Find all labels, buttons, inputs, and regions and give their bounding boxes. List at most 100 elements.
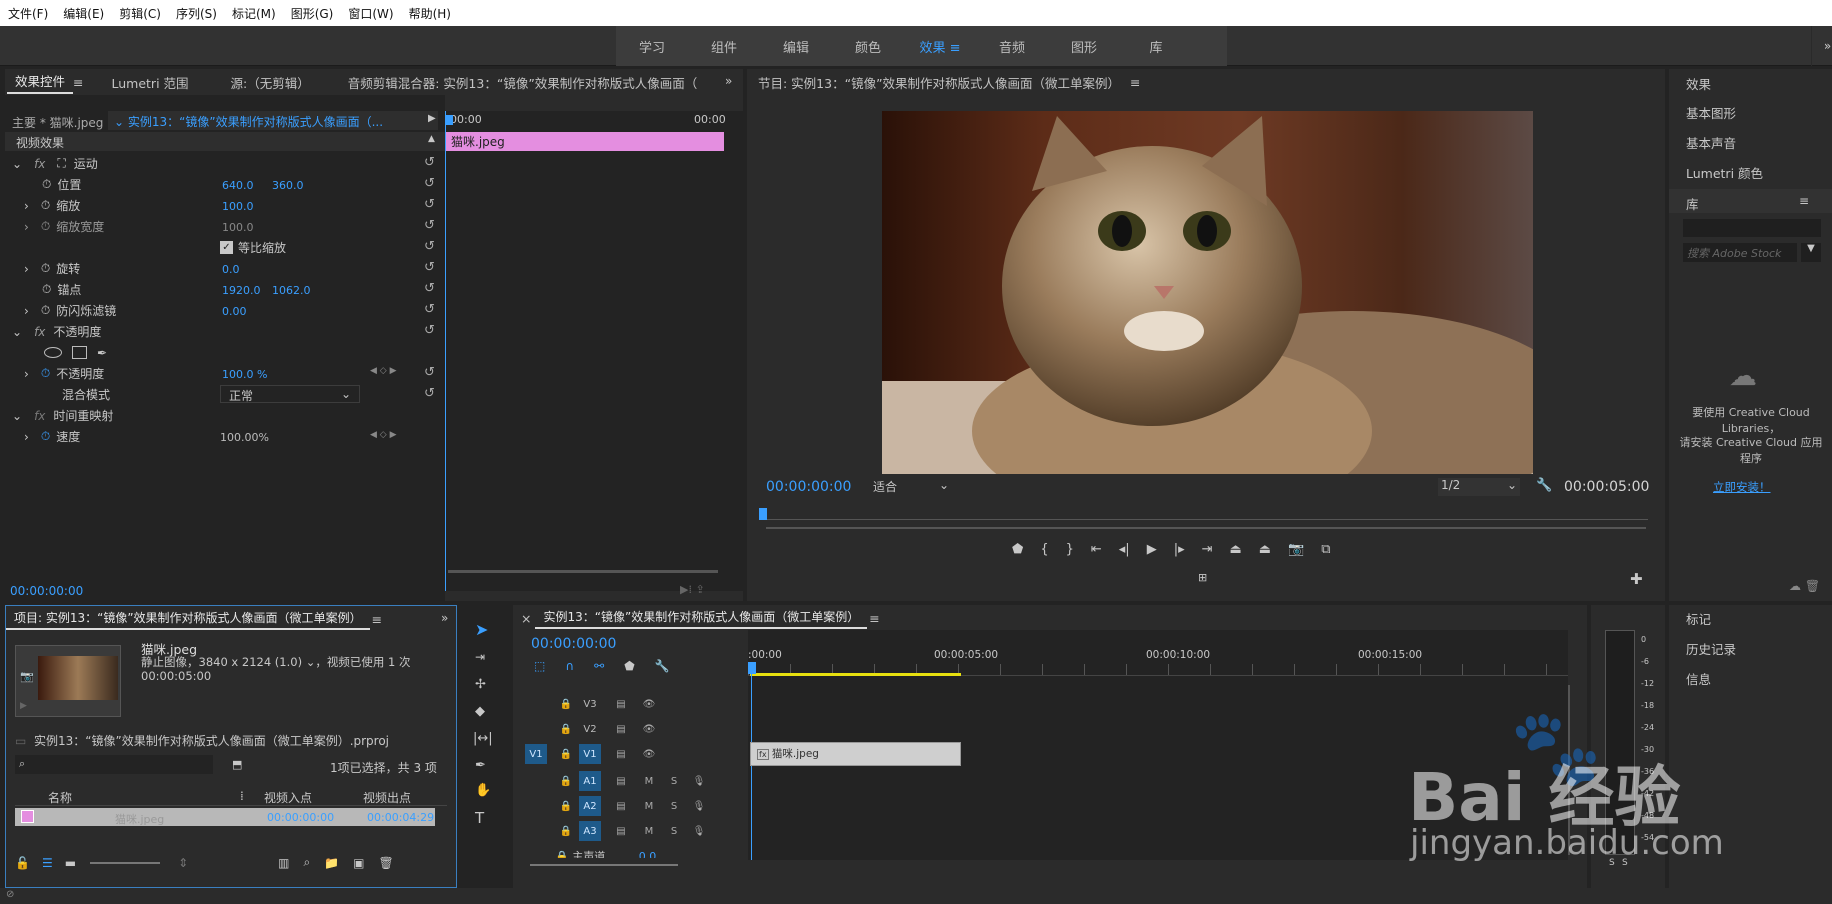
lumetri-color-item[interactable]: Lumetri 颜色 xyxy=(1686,163,1763,182)
track-label-v1[interactable]: V1 xyxy=(579,744,601,764)
track-label-v2[interactable]: V2 xyxy=(579,719,601,739)
time-remap-row[interactable]: ⌄ fx 时间重映射 xyxy=(12,405,113,426)
step-forward-icon[interactable]: |▸ xyxy=(1174,542,1185,557)
stopwatch-icon[interactable]: ⏱ xyxy=(41,198,50,213)
go-to-in-icon[interactable]: ⇤ xyxy=(1091,542,1102,557)
menu-graphics[interactable]: 图形(G) xyxy=(283,5,341,22)
chevron-right-icon[interactable]: › xyxy=(24,262,29,276)
reset-icon[interactable]: ↺ xyxy=(424,386,435,401)
solo-button[interactable]: S xyxy=(663,796,685,816)
stopwatch-icon[interactable]: ⏱ xyxy=(42,282,51,297)
col-name[interactable]: 名称 xyxy=(48,789,72,806)
master-value[interactable]: 0.0 xyxy=(639,850,657,858)
lock-icon[interactable]: 🔒 xyxy=(555,796,577,816)
anchor-x-value[interactable]: 1920.0 xyxy=(222,284,261,297)
col-divider-icon[interactable]: ⁞ xyxy=(240,789,244,803)
play-only-icon[interactable]: ▶ xyxy=(428,113,436,124)
chevron-right-icon[interactable]: › xyxy=(24,220,29,234)
menu-clip[interactable]: 剪辑(C) xyxy=(111,5,168,22)
close-icon[interactable]: × xyxy=(513,611,535,626)
go-to-out-icon[interactable]: ⇥ xyxy=(1202,542,1213,557)
eye-icon[interactable]: 👁 xyxy=(638,744,660,764)
type-tool-icon[interactable]: T xyxy=(475,809,484,827)
keyframe-nav[interactable]: ◀ ◇ ▶ xyxy=(370,430,397,440)
export-frame-icon[interactable]: ▶⁞ ⇪ xyxy=(680,583,705,596)
stopwatch-icon[interactable]: ⏱ xyxy=(41,366,50,381)
tab-effect-controls[interactable]: 效果控件 xyxy=(7,71,74,94)
hand-tool-icon[interactable]: ✋ xyxy=(475,783,491,798)
razor-tool-icon[interactable]: ◆ xyxy=(475,704,485,719)
eye-icon[interactable]: 👁 xyxy=(638,719,660,739)
reset-icon[interactable]: ↺ xyxy=(424,176,435,191)
selection-tool-icon[interactable]: ➤ xyxy=(475,620,488,639)
menu-icon[interactable]: ≡ xyxy=(1799,194,1809,208)
project-search-input[interactable]: ⌕ xyxy=(15,755,213,774)
program-playhead[interactable] xyxy=(759,508,767,520)
menu-edit[interactable]: 编辑(E) xyxy=(55,5,111,22)
microphone-icon[interactable]: 🎙 xyxy=(688,821,710,841)
blend-mode-dropdown[interactable]: 正常 ⌄ xyxy=(220,385,360,403)
workspace-editing[interactable]: 编辑 xyxy=(760,37,832,56)
panel-overflow-icon[interactable]: » xyxy=(441,611,448,625)
menu-icon[interactable]: ≡ xyxy=(370,612,384,627)
mark-out-icon[interactable]: } xyxy=(1066,542,1074,557)
lock-icon[interactable]: 🔒 xyxy=(555,850,569,858)
zoom-slider[interactable] xyxy=(90,861,161,864)
lift-icon[interactable]: ⏏ xyxy=(1230,542,1242,557)
col-video-out[interactable]: 视频出点 xyxy=(363,789,411,806)
reset-icon[interactable]: ↺ xyxy=(424,323,435,338)
menu-help[interactable]: 帮助(H) xyxy=(401,5,458,22)
reset-icon[interactable]: ↺ xyxy=(424,239,435,254)
program-timecode[interactable]: 00:00:00:00 xyxy=(766,479,851,495)
linked-selection-icon[interactable]: ⚯ xyxy=(594,659,604,673)
timeline-title[interactable]: 实例13：“镜像”效果制作对称版式人像画面（微工单案例） xyxy=(535,608,868,629)
track-label-v3[interactable]: V3 xyxy=(579,694,601,714)
snap-icon[interactable]: ∩ xyxy=(565,659,574,673)
tab-audio-clip-mixer[interactable]: 音频剪辑混合器: 实例13：“镜像”效果制作对称版式人像画面（ xyxy=(318,73,706,92)
camera-icon[interactable]: 📷 xyxy=(1288,542,1304,557)
timeline-playhead[interactable] xyxy=(748,662,756,674)
wrench-icon[interactable]: 🔧 xyxy=(1536,478,1552,493)
ripple-edit-tool-icon[interactable]: ✢ xyxy=(475,677,486,692)
reset-icon[interactable]: ↺ xyxy=(424,281,435,296)
menu-marker[interactable]: 标记(M) xyxy=(224,5,283,22)
ec-playhead[interactable] xyxy=(445,115,453,125)
wrench-icon[interactable]: 🔧 xyxy=(655,659,670,673)
workspace-audio[interactable]: 音频 xyxy=(976,37,1048,56)
chevron-right-icon[interactable]: › xyxy=(24,367,29,381)
menu-window[interactable]: 窗口(W) xyxy=(340,5,400,22)
add-marker-icon[interactable]: ⬟ xyxy=(624,659,634,673)
reset-icon[interactable]: ↺ xyxy=(424,260,435,275)
lock-icon[interactable]: 🔒 xyxy=(555,821,577,841)
pen-tool-icon[interactable]: ✒ xyxy=(475,758,486,773)
new-item-icon[interactable]: ▣ xyxy=(353,856,364,870)
flicker-value[interactable]: 0.00 xyxy=(222,305,247,318)
ec-zoom-scrollbar[interactable] xyxy=(448,570,718,573)
reset-icon[interactable]: ↺ xyxy=(424,365,435,380)
opacity-value[interactable]: 100.0 % xyxy=(222,368,267,381)
stopwatch-icon[interactable]: ⏱ xyxy=(42,177,51,192)
comparison-view-icon[interactable]: ⧉ xyxy=(1321,542,1330,557)
menu-icon[interactable]: ≡ xyxy=(867,611,881,626)
menu-icon[interactable]: ≡ xyxy=(1128,75,1142,90)
source-patch-v1[interactable]: V1 xyxy=(525,744,547,764)
extract-icon[interactable]: ⏏ xyxy=(1259,542,1271,557)
sort-icon[interactable]: ⇕ xyxy=(178,856,188,870)
tab-source[interactable]: 源:（无剪辑） xyxy=(197,73,318,92)
col-video-in[interactable]: 视频入点 xyxy=(264,789,312,806)
mute-button[interactable]: M xyxy=(638,796,660,816)
history-item[interactable]: 历史记录 xyxy=(1686,639,1736,658)
chevron-right-icon[interactable]: › xyxy=(24,199,29,213)
find-icon[interactable]: ⌕ xyxy=(303,855,310,870)
trash-icon[interactable]: 🗑 xyxy=(379,856,394,870)
timeline-hscroll[interactable] xyxy=(530,864,678,866)
cc-sync-icon[interactable]: ☁ 🗑 xyxy=(1789,579,1820,593)
essential-sound-item[interactable]: 基本声音 xyxy=(1686,133,1736,152)
microphone-icon[interactable]: 🎙 xyxy=(688,796,710,816)
essential-graphics-item[interactable]: 基本图形 xyxy=(1686,103,1736,122)
status-icon[interactable]: ⊘ xyxy=(6,889,14,900)
pen-mask-icon[interactable]: ✒ xyxy=(97,346,107,360)
lock-icon[interactable]: 🔒 xyxy=(555,744,577,764)
solo-button[interactable]: S xyxy=(663,821,685,841)
track-label-a1[interactable]: A1 xyxy=(579,771,601,791)
